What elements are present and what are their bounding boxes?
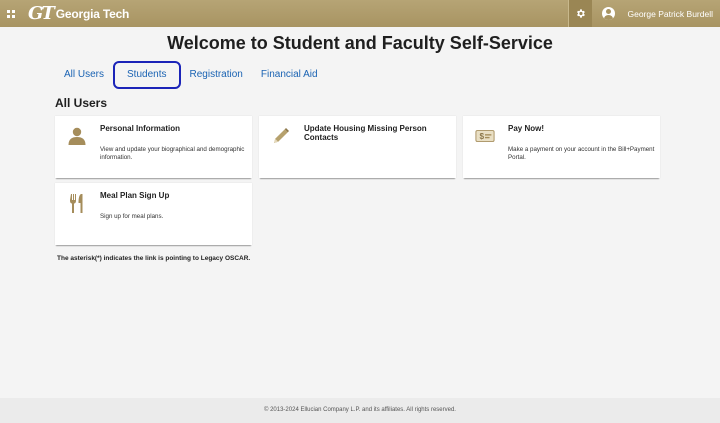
logo-text: Georgia Tech <box>55 6 130 21</box>
legacy-footnote: The asterisk(*) indicates the link is po… <box>57 255 251 262</box>
pencil-icon <box>271 126 291 146</box>
card-description: Sign up for meal plans. <box>100 213 164 220</box>
card-description: Make a payment on your account in the Bi… <box>508 146 655 161</box>
gt-logo-mark: GT <box>28 3 55 24</box>
utensils-icon <box>67 193 87 213</box>
card-update-housing[interactable]: Update Housing Missing Person Contacts <box>259 116 456 178</box>
app-menu-button[interactable] <box>0 0 22 27</box>
card-pay-now[interactable]: $ Pay Now! Make a payment on your accoun… <box>463 116 660 178</box>
dollar-bill-icon: $ <box>475 126 495 146</box>
top-header-bar: GT Georgia Tech George Patrick Burdell <box>0 0 720 27</box>
page-footer: © 2013-2024 Ellucian Company L.P. and it… <box>0 398 720 423</box>
tab-bar: All Users Students Registration Financia… <box>55 61 327 89</box>
user-name[interactable]: George Patrick Burdell <box>627 9 713 19</box>
card-description: View and update your biographical and de… <box>100 146 245 161</box>
gear-icon <box>577 9 586 18</box>
grid-icon <box>7 9 15 18</box>
settings-button[interactable] <box>568 0 593 27</box>
user-avatar-icon[interactable] <box>602 7 616 20</box>
person-icon <box>67 126 87 146</box>
card-title: Meal Plan Sign Up <box>100 191 170 200</box>
svg-text:$: $ <box>480 132 485 141</box>
card-personal-information[interactable]: Personal Information View and update you… <box>55 116 252 178</box>
tab-registration[interactable]: Registration <box>181 64 252 86</box>
tab-financial-aid[interactable]: Financial Aid <box>252 64 327 86</box>
card-title: Personal Information <box>100 124 181 133</box>
georgia-tech-logo[interactable]: GT Georgia Tech <box>28 0 129 27</box>
card-title: Update Housing Missing Person Contacts <box>304 124 427 142</box>
card-title: Pay Now! <box>508 124 545 133</box>
tab-students[interactable]: Students <box>113 61 181 89</box>
tab-all-users[interactable]: All Users <box>55 64 113 86</box>
card-meal-plan-sign-up[interactable]: Meal Plan Sign Up Sign up for meal plans… <box>55 183 252 245</box>
section-title: All Users <box>55 96 108 110</box>
copyright-text: © 2013-2024 Ellucian Company L.P. and it… <box>264 407 456 413</box>
page-title: Welcome to Student and Faculty Self-Serv… <box>167 33 553 53</box>
